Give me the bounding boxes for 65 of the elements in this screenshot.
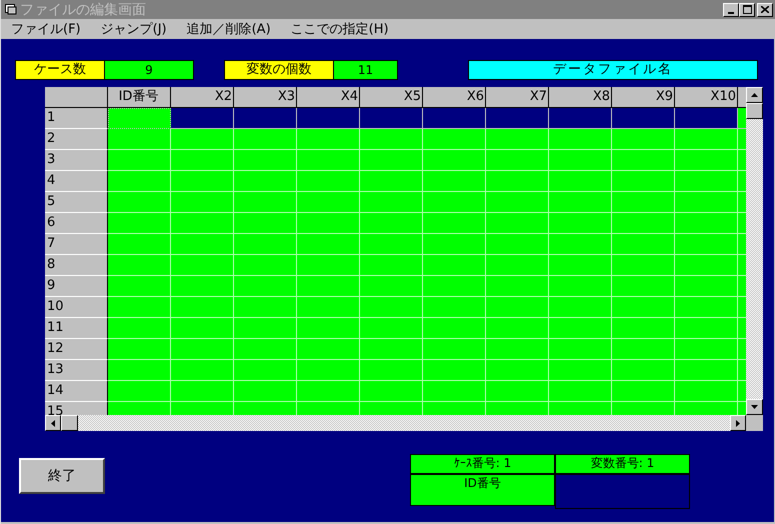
grid-row[interactable]: 11 (45, 318, 746, 339)
grid-row[interactable]: 7 (45, 234, 746, 255)
scrollbar-corner (746, 415, 763, 431)
scroll-right-button[interactable] (730, 415, 746, 431)
row-header[interactable]: 1 (45, 108, 108, 129)
grid-row[interactable]: 3 (45, 150, 746, 171)
data-file-name-field: データファイル名 (468, 60, 758, 80)
row-header[interactable]: 4 (45, 171, 108, 192)
row-header[interactable]: 9 (45, 276, 108, 297)
row-header[interactable]: 2 (45, 129, 108, 150)
maximize-icon (742, 5, 752, 14)
minimize-icon (728, 12, 734, 14)
horizontal-scrollbar[interactable] (45, 415, 763, 431)
row-header[interactable]: 6 (45, 213, 108, 234)
row-header[interactable]: 11 (45, 318, 108, 339)
grid-row[interactable]: 2 (45, 129, 746, 150)
row-header[interactable]: 5 (45, 192, 108, 213)
window-icon (5, 4, 17, 15)
current-cell[interactable] (108, 108, 171, 129)
case-number-label: ｹｰｽ番号: 1 (410, 454, 555, 474)
variable-count-value: 11 (334, 60, 398, 80)
left-arrow-icon (51, 420, 55, 426)
variable-count-label: 変数の個数 (224, 60, 334, 80)
grid-row[interactable]: 15 (45, 402, 746, 415)
scroll-left-button[interactable] (45, 415, 61, 431)
scroll-thumb[interactable] (61, 415, 78, 431)
grid-row[interactable]: 1 (45, 108, 746, 129)
menu-item[interactable]: 追加／削除(A) (186, 20, 271, 38)
row-header[interactable]: 7 (45, 234, 108, 255)
row-header[interactable]: 13 (45, 360, 108, 381)
menu-item[interactable]: ジャンプ(J) (100, 20, 167, 38)
row-header[interactable]: 8 (45, 255, 108, 276)
grid-row[interactable]: 9 (45, 276, 746, 297)
variable-number-label: 変数番号: 1 (555, 454, 690, 474)
grid-row[interactable]: 12 (45, 339, 746, 360)
maximize-button[interactable] (739, 2, 755, 16)
variable-name-label: ID番号 (410, 474, 555, 506)
right-arrow-icon (736, 420, 740, 426)
scroll-down-button[interactable] (746, 399, 763, 415)
row-header[interactable]: 14 (45, 381, 108, 402)
close-icon (761, 6, 769, 13)
grid-row[interactable]: 8 (45, 255, 746, 276)
grid-row[interactable]: 5 (45, 192, 746, 213)
grid-row[interactable]: 13 (45, 360, 746, 381)
up-arrow-icon (751, 93, 758, 97)
exit-button[interactable]: 終了 (19, 458, 105, 494)
vertical-scrollbar[interactable] (746, 87, 763, 415)
grid-row[interactable]: 6 (45, 213, 746, 234)
row-header[interactable]: 12 (45, 339, 108, 360)
grid-row[interactable]: 14 (45, 381, 746, 402)
row-header[interactable]: 10 (45, 297, 108, 318)
case-count-label: ケース数 (15, 60, 105, 80)
down-arrow-icon (751, 405, 758, 409)
grid-row[interactable]: 4 (45, 171, 746, 192)
grid-row[interactable]: 10 (45, 297, 746, 318)
case-count-value: 9 (105, 60, 194, 80)
scroll-up-button[interactable] (746, 87, 763, 103)
menu-item[interactable]: ここでの指定(H) (290, 20, 389, 38)
row-header[interactable]: 15 (45, 402, 108, 415)
minimize-button[interactable] (723, 2, 739, 16)
close-button[interactable] (757, 2, 773, 16)
scroll-thumb[interactable] (746, 103, 763, 119)
menu-item[interactable]: ファイル(F) (11, 20, 81, 38)
row-header[interactable]: 3 (45, 150, 108, 171)
window-title: ファイルの編集画面 (20, 0, 147, 18)
